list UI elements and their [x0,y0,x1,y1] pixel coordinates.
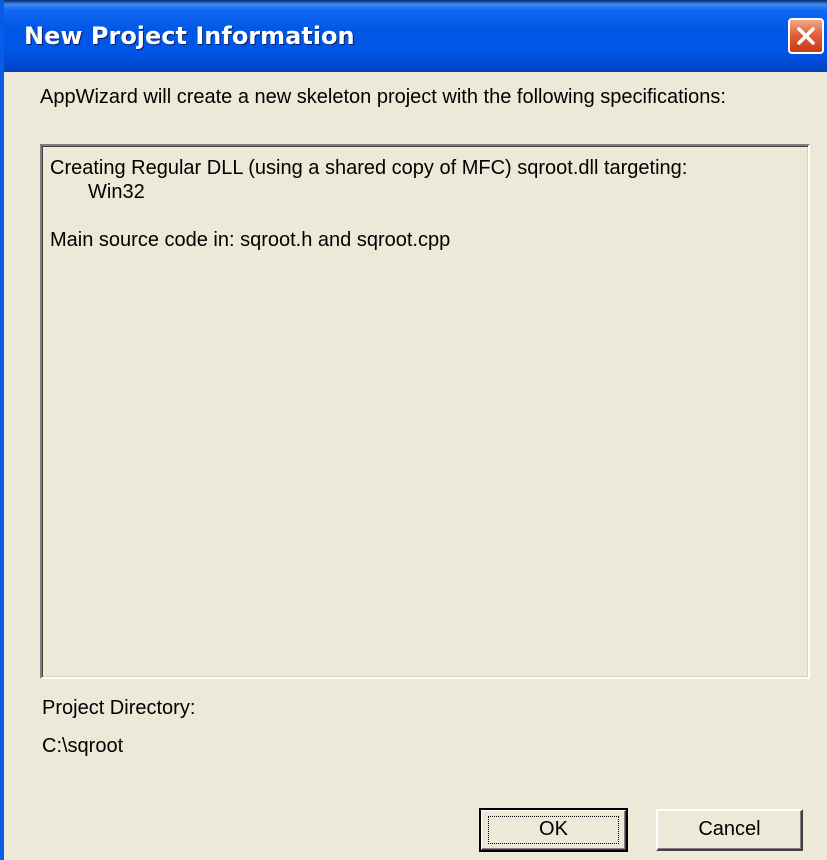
ok-button-label: OK [539,818,568,840]
specifications-box: Creating Regular DLL (using a shared cop… [40,144,810,679]
spec-spacer [50,204,800,228]
spec-line-dll: Creating Regular DLL (using a shared cop… [50,157,688,179]
spec-line-platform: Win32 [88,181,145,203]
project-directory-value: C:\sqroot [42,735,124,757]
intro-text: AppWizard will create a new skeleton pro… [40,86,726,108]
title-bar[interactable]: New Project Information [4,0,827,72]
close-x-icon [797,27,815,45]
project-directory-label: Project Directory: [42,697,196,719]
ok-button[interactable]: OK [479,808,628,852]
cancel-button[interactable]: Cancel [656,809,803,851]
spec-line-source: Main source code in: sqroot.h and sqroot… [50,229,451,251]
new-project-information-dialog: New Project Information AppWizard will c… [0,0,827,860]
window-title: New Project Information [24,22,355,50]
close-button[interactable] [788,18,824,54]
